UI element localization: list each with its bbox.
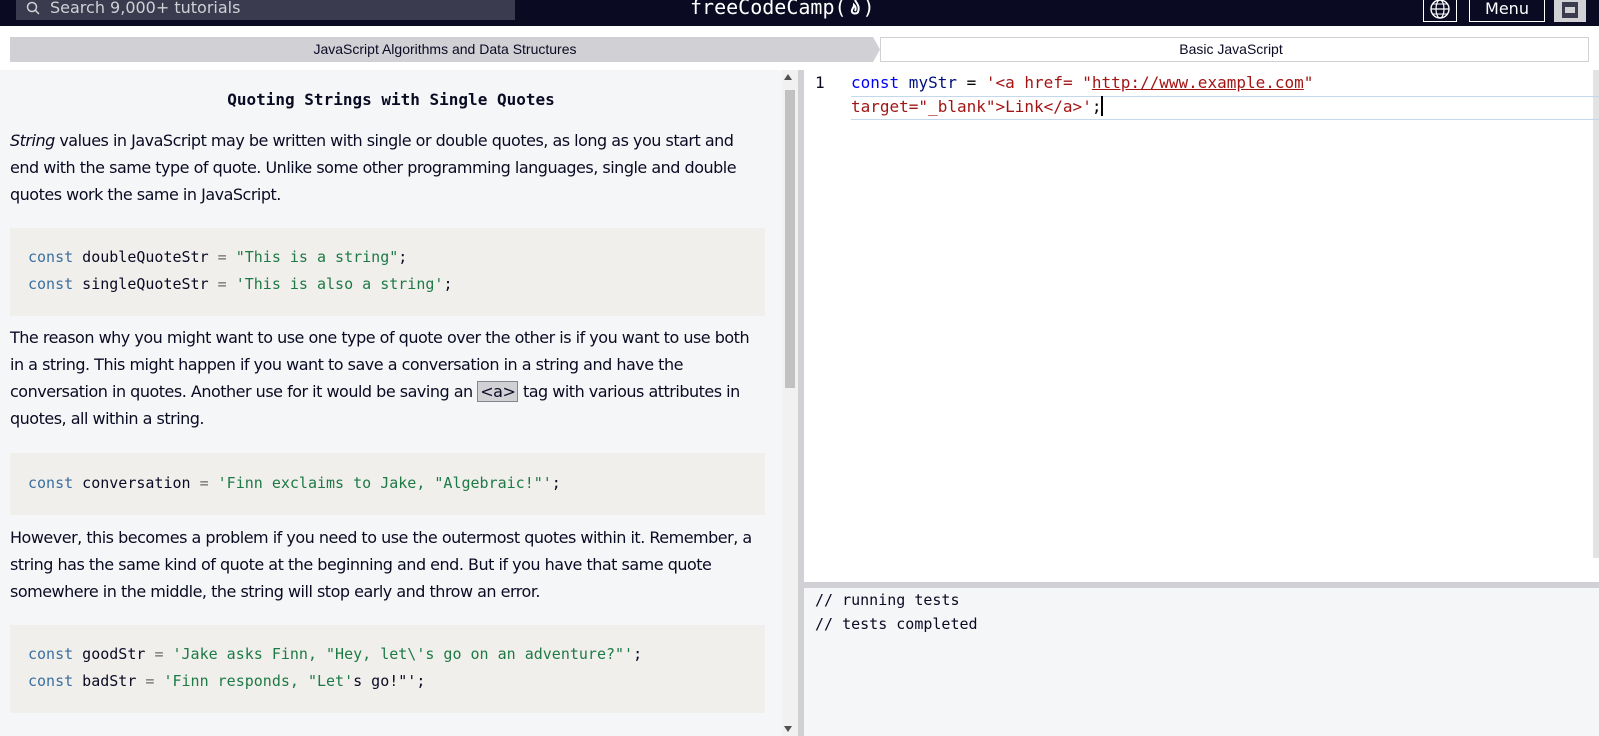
console-line-running: // running tests	[815, 591, 960, 609]
code-keyword: const	[28, 474, 74, 492]
paragraph-2: The reason why you might want to use one…	[10, 324, 765, 432]
code-string: "This is a string"	[226, 248, 399, 266]
code-terminator: ;	[398, 248, 408, 266]
code-operator: =	[217, 248, 227, 266]
code-identifier: doubleQuoteStr	[73, 248, 218, 266]
avatar-icon	[1562, 2, 1578, 18]
code-keyword: const	[28, 248, 74, 266]
code-url-link[interactable]: http://www.example.com	[1092, 73, 1304, 92]
code-string: 'Finn exclaims to Jake, "Algebraic!"'	[208, 474, 552, 492]
scroll-down-arrow-icon[interactable]	[784, 726, 792, 732]
code-string: "	[1303, 73, 1314, 92]
scroll-up-arrow-icon[interactable]	[784, 74, 792, 80]
flame-icon	[850, 0, 860, 15]
editor-scrollbar[interactable]	[1593, 70, 1599, 558]
instructions-panel: Quoting Strings with Single Quotes Strin…	[0, 70, 782, 736]
code-string: '<a href= "	[976, 73, 1092, 92]
code-identifier: s go!"'	[353, 672, 417, 690]
code-operator: =	[966, 73, 977, 92]
code-identifier: singleQuoteStr	[73, 275, 218, 293]
code-string: target="_blank">Link</a>'	[851, 97, 1092, 116]
inline-code-a-tag: <a>	[477, 381, 519, 402]
challenge-title: Quoting Strings with Single Quotes	[227, 90, 555, 109]
code-line: const goodStr = 'Jake asks Finn, "Hey, l…	[28, 641, 765, 668]
code-operator: =	[199, 474, 209, 492]
menu-button[interactable]: Menu	[1469, 0, 1545, 22]
editor-line-1-wrapped[interactable]: target="_blank">Link</a>';	[851, 95, 1104, 119]
paragraph-1-text: values in JavaScript may be written with…	[10, 131, 737, 204]
code-terminator: ;	[443, 275, 453, 293]
code-operator: =	[217, 275, 227, 293]
avatar[interactable]	[1554, 0, 1586, 22]
language-button[interactable]	[1423, 0, 1457, 22]
code-example-3: const goodStr = 'Jake asks Finn, "Hey, l…	[10, 625, 765, 713]
breadcrumb-superblock[interactable]: JavaScript Algorithms and Data Structure…	[10, 37, 880, 62]
code-line: const doubleQuoteStr = "This is a string…	[28, 244, 765, 271]
logo-paren: )	[862, 0, 875, 19]
console-line-completed: // tests completed	[815, 615, 978, 633]
code-line: const singleQuoteStr = 'This is also a s…	[28, 271, 765, 298]
code-line: const badStr = 'Finn responds, "Let's go…	[28, 668, 765, 695]
scrollbar-thumb[interactable]	[785, 90, 795, 388]
output-console	[804, 588, 1599, 736]
site-logo[interactable]: freeCodeCamp()	[690, 0, 875, 20]
logo-text: freeCodeCamp(	[690, 0, 847, 19]
paragraph-1: String values in JavaScript may be writt…	[10, 127, 765, 208]
search-bar[interactable]: Search 9,000+ tutorials	[16, 0, 515, 20]
code-line: const conversation = 'Finn exclaims to J…	[28, 470, 765, 497]
editor-line-1[interactable]: const myStr = '<a href= "http://www.exam…	[851, 71, 1313, 95]
breadcrumb-superblock-label: JavaScript Algorithms and Data Structure…	[313, 41, 577, 57]
code-example-1: const doubleQuoteStr = "This is a string…	[10, 228, 765, 316]
search-icon	[26, 1, 40, 15]
code-keyword: const	[851, 73, 900, 92]
code-terminator: ;	[551, 474, 561, 492]
code-string: 'This is also a string'	[226, 275, 444, 293]
code-identifier: myStr	[899, 73, 967, 92]
emphasis-string: String	[10, 131, 55, 150]
code-terminator: ;	[1091, 97, 1102, 116]
line-number: 1	[815, 73, 825, 92]
code-editor[interactable]	[804, 70, 1599, 582]
paragraph-3: However, this becomes a problem if you n…	[10, 528, 752, 601]
code-terminator: ;	[633, 645, 643, 663]
globe-icon	[1430, 0, 1450, 19]
code-keyword: const	[28, 645, 74, 663]
breadcrumb-block[interactable]: Basic JavaScript	[880, 37, 1589, 62]
search-input[interactable]: Search 9,000+ tutorials	[50, 0, 240, 18]
code-terminator: ;	[416, 672, 426, 690]
code-string: 'Jake asks Finn, "Hey, let\'s go on an a…	[163, 645, 634, 663]
code-keyword: const	[28, 672, 74, 690]
text-cursor	[1101, 96, 1104, 116]
code-string: 'Finn responds, "Let'	[154, 672, 354, 690]
code-identifier: badStr	[73, 672, 146, 690]
code-example-2: const conversation = 'Finn exclaims to J…	[10, 453, 765, 515]
code-identifier: goodStr	[73, 645, 155, 663]
top-navbar: Search 9,000+ tutorials freeCodeCamp() M…	[0, 0, 1599, 26]
breadcrumb-block-label: Basic JavaScript	[1179, 41, 1283, 57]
code-keyword: const	[28, 275, 74, 293]
code-identifier: conversation	[73, 474, 200, 492]
